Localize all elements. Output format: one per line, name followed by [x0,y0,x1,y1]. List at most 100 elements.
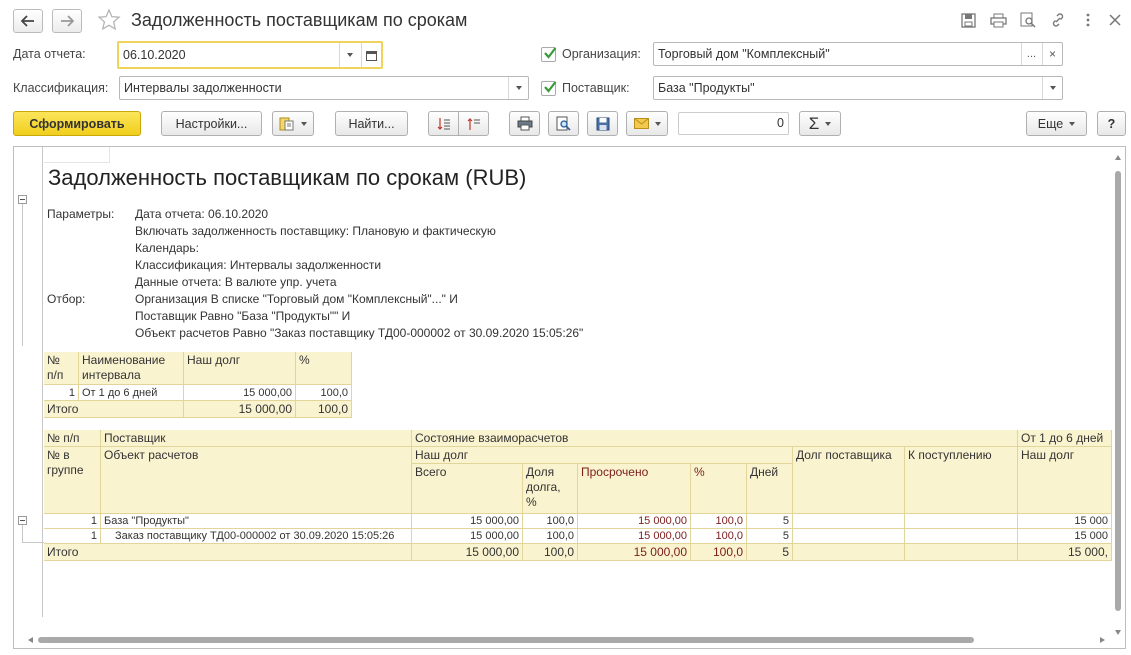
total-row-label: Итого [44,544,412,561]
group-row-interval: 15 000 [1018,514,1112,529]
group-line [22,525,23,543]
horizontal-scroll-thumb[interactable] [38,637,974,643]
total-row-share: 100,0 [523,544,578,561]
collapse-group-toggle[interactable] [18,516,27,525]
header-total: Всего [412,464,523,514]
supplier-dropdown[interactable] [1042,77,1062,99]
generate-button[interactable]: Сформировать [13,111,141,136]
save-icon[interactable] [959,11,977,29]
checkmark-icon [544,47,557,59]
classification-field[interactable]: Интервалы задолженности [119,76,529,100]
close-icon[interactable] [1106,11,1124,29]
back-button[interactable] [13,9,43,33]
report-date-dropdown[interactable] [339,43,359,67]
detail-row-overdue: 15 000,00 [578,529,691,544]
sum-value-field[interactable]: 0 [678,112,789,135]
supplier-label: Поставщик: [562,81,630,95]
arrow-right-icon [61,15,74,27]
detail-row-days: 5 [747,529,793,544]
report-area[interactable]: Задолженность поставщикам по срокам (RUB… [13,146,1126,649]
total-row-overdue: 15 000,00 [578,544,691,561]
variants-button[interactable] [272,111,314,136]
total-row-overdue-pct: 100,0 [691,544,747,561]
header-settlement-state: Состояние взаиморасчетов [412,430,1018,447]
sigma-icon: Σ [808,113,820,133]
classification-dropdown[interactable] [508,77,528,99]
detail-row-overdue-pct: 100,0 [691,529,747,544]
forward-button[interactable] [52,9,82,33]
scroll-left-arrow-icon[interactable] [28,637,33,643]
supplier-field[interactable]: База "Продукты" [653,76,1063,100]
supplier-value: База "Продукты" [658,81,755,95]
detail-row-interval: 15 000 [1018,529,1112,544]
organization-checkbox[interactable] [541,47,557,62]
preview-icon[interactable] [1019,11,1037,29]
filter-line: Объект расчетов Равно "Заказ поставщику … [135,326,584,340]
report-date-label: Дата отчета: [13,47,86,61]
vertical-scroll-thumb[interactable] [1115,171,1121,611]
organization-select-button[interactable]: ... [1021,43,1041,65]
settings-button[interactable]: Настройки... [161,111,262,136]
sum-value: 0 [777,116,784,130]
chevron-down-icon [515,86,522,90]
summary-header-pct: % [296,352,352,385]
favorite-star-icon[interactable] [97,8,121,32]
chevron-down-icon [1069,121,1076,126]
detail-row-num: 1 [44,529,101,544]
total-row-supplier-debt [793,544,905,561]
chevron-down-icon [346,53,353,57]
scroll-right-arrow-icon[interactable] [1100,637,1105,643]
summary-header-interval: Наименование интервала [79,352,184,385]
chevron-down-icon [654,121,661,126]
link-icon[interactable] [1049,11,1067,29]
group-row-overdue: 15 000,00 [578,514,691,529]
collapse-params-toggle[interactable] [18,195,27,204]
scroll-down-arrow-icon[interactable] [1115,630,1121,635]
vertical-scrollbar[interactable] [1114,155,1122,635]
summary-row-debt: 15 000,00 [184,385,296,401]
header-supplier: Поставщик [101,430,412,447]
header-num: № п/п [44,430,101,447]
window-title: Задолженность поставщикам по срокам [131,10,468,30]
param-line: Календарь: [135,241,199,255]
print-button[interactable] [509,111,540,136]
total-row-total: 15 000,00 [412,544,523,561]
summary-header-num: № п/п [44,352,79,385]
detail-row-share: 100,0 [523,529,578,544]
group-row-overdue-pct: 100,0 [691,514,747,529]
supplier-checkbox[interactable] [541,81,557,96]
param-line: Классификация: Интервалы задолженности [135,258,382,272]
find-button[interactable]: Найти... [335,111,408,136]
filter-label: Отбор: [47,292,86,306]
expand-groups-button[interactable] [428,111,459,136]
report-title: Задолженность поставщикам по срокам (RUB… [48,165,527,190]
header-num-in-group: № в группе [44,447,101,514]
classification-value: Интервалы задолженности [124,81,282,95]
more-menu-icon[interactable] [1079,11,1097,29]
summary-row-interval: От 1 до 6 дней [79,385,184,401]
report-date-field[interactable]: 06.10.2020 [117,41,383,69]
print-preview-button[interactable] [548,111,579,136]
detail-row-supplier-debt [793,529,905,544]
sum-mode-button[interactable]: Σ [799,111,841,136]
scroll-up-arrow-icon[interactable] [1115,155,1121,160]
send-email-button[interactable] [626,111,668,136]
group-gutter-line [42,147,43,617]
more-button[interactable]: Еще [1026,111,1087,136]
organization-field[interactable]: Торговый дом "Комплексный" ... × [653,42,1063,66]
header-days: Дней [747,464,793,514]
calendar-button[interactable] [361,43,381,67]
help-button[interactable]: ? [1097,111,1126,136]
param-line: Дата отчета: 06.10.2020 [135,207,269,221]
horizontal-scrollbar[interactable] [14,636,1114,645]
param-line: Включать задолженность поставщику: Плано… [135,224,496,238]
total-row-incoming [905,544,1018,561]
detail-row-incoming [905,529,1018,544]
collapse-groups-button[interactable] [458,111,489,136]
checkmark-icon [544,81,557,93]
print-icon[interactable] [989,11,1007,29]
organization-clear-button[interactable]: × [1042,43,1062,65]
param-line: Данные отчета: В валюте упр. учета [135,275,337,289]
group-line [22,204,23,346]
save-button[interactable] [587,111,618,136]
